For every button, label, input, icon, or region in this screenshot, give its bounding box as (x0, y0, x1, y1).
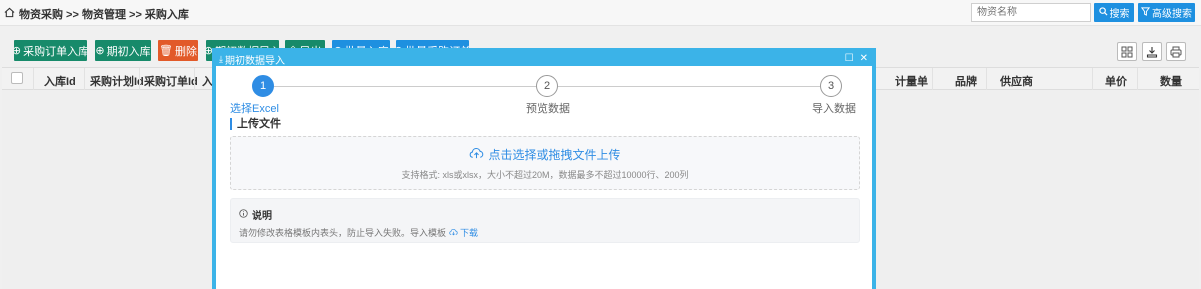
search-input[interactable] (971, 3, 1091, 22)
upload-label: 点击选择或拖拽文件上传 (488, 148, 621, 162)
info-icon (239, 208, 248, 221)
breadcrumb: 物资采购 >> 物资管理 >> 采购入库 (4, 6, 189, 22)
column-header-order-id[interactable]: 采购订单Id (144, 73, 198, 89)
select-all-checkbox[interactable] (11, 72, 23, 84)
advanced-search-label: 高级搜索 (1152, 9, 1192, 20)
upload-dropzone[interactable]: 点击选择或拖拽文件上传 支持格式: xls或xlsx，大小不超过20M，数据最多… (230, 136, 860, 190)
step-3-indicator: 3 (820, 75, 842, 97)
trash-icon: 🗑 (159, 45, 173, 57)
column-header-inbound-id[interactable]: 入库Id (44, 73, 76, 89)
column-settings-icon[interactable] (1117, 42, 1137, 61)
initial-inbound-button[interactable]: ⊕ 期初入库 (95, 40, 151, 61)
advanced-search-button[interactable]: 高级搜索 (1138, 3, 1195, 22)
section-title: 上传文件 (230, 118, 281, 130)
plus-circle-icon: ⊕ (14, 45, 22, 57)
column-header-unit[interactable]: 计量单 (895, 73, 928, 89)
delete-button[interactable]: 🗑 删除 (158, 40, 198, 61)
filter-icon (1140, 6, 1151, 19)
home-icon[interactable] (4, 7, 15, 21)
search-button-label: 搜索 (1109, 9, 1130, 20)
step-1-indicator: 1 (252, 75, 274, 97)
import-dialog: ⤓ 期初数据导入 ☐ ✕ 1 选择Excel 2 预览数据 3 导入数据 上传文… (212, 48, 876, 289)
step-connector (274, 86, 536, 87)
export-file-icon[interactable] (1142, 42, 1162, 61)
search-button[interactable]: 搜索 (1094, 3, 1134, 22)
column-header-quantity[interactable]: 数量 (1160, 73, 1182, 89)
step-3-label: 导入数据 (812, 103, 856, 115)
dialog-title-bar[interactable]: ⤓ 期初数据导入 ☐ ✕ (216, 52, 872, 67)
instructions-panel: 说明 请勿修改表格模板内表头，防止导入失败。导入模板 下载 (230, 198, 860, 243)
search-icon (1098, 6, 1108, 19)
purchase-order-inbound-button[interactable]: ⊕ 采购订单入库 (14, 40, 87, 61)
close-icon[interactable]: ✕ (860, 53, 868, 64)
note-title: 说明 (239, 207, 272, 222)
step-connector (558, 86, 820, 87)
step-2-indicator: 2 (536, 75, 558, 97)
breadcrumb-text: 物资采购 >> 物资管理 >> 采购入库 (19, 9, 189, 21)
cloud-upload-icon (469, 147, 484, 162)
print-icon[interactable] (1166, 42, 1186, 61)
step-1-label: 选择Excel (230, 103, 279, 115)
maximize-icon[interactable]: ☐ (845, 53, 854, 64)
note-text: 请勿修改表格模板内表头，防止导入失败。导入模板 下载 (239, 226, 479, 239)
top-bar: 物资采购 >> 物资管理 >> 采购入库 搜索 高级搜索 (0, 0, 1201, 26)
column-header-plan-id[interactable]: 采购计划Id (90, 73, 144, 89)
plus-circle-icon: ⊕ (95, 45, 105, 57)
download-template-link[interactable]: 下载 (449, 226, 478, 239)
column-header-brand[interactable]: 品牌 (955, 73, 977, 89)
upload-hint: 支持格式: xls或xlsx，大小不超过20M，数据最多不超过10000行、20… (401, 170, 689, 180)
step-2-label: 预览数据 (526, 103, 570, 115)
dialog-title: 期初数据导入 (224, 55, 285, 67)
column-header-supplier[interactable]: 供应商 (1000, 73, 1033, 89)
column-header-price[interactable]: 单价 (1105, 73, 1127, 89)
import-icon: ⤓ (219, 53, 223, 64)
download-icon (449, 228, 458, 238)
upload-prompt: 点击选择或拖拽文件上传 (231, 146, 859, 163)
